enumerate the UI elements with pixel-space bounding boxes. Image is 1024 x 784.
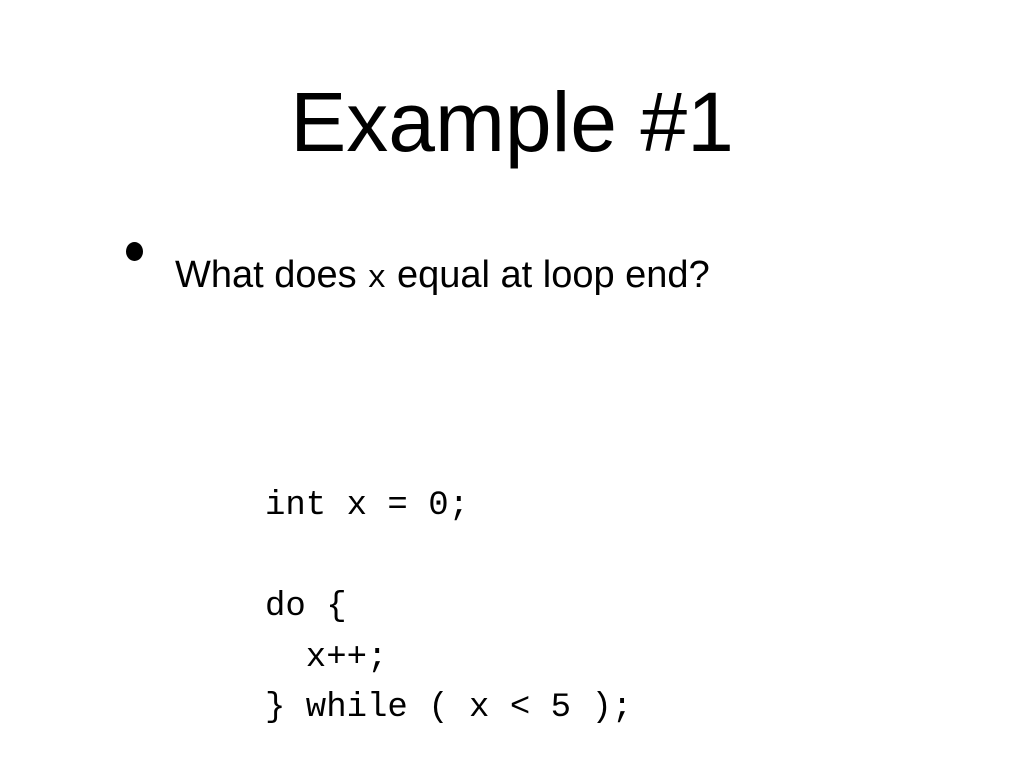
bullet-icon	[126, 242, 143, 261]
code-line: int x = 0;	[265, 487, 470, 525]
bullet-code-var: x	[367, 260, 387, 297]
bullet-text-before: What does	[175, 254, 368, 296]
bullet-item: What does x equal at loop end?	[126, 242, 710, 304]
slide-title: Example #1	[290, 75, 734, 169]
code-block: int x = 0; do { x++; } while ( x < 5 );	[265, 380, 632, 784]
code-line: x++;	[265, 638, 388, 677]
bullet-text-after: equal at loop end?	[386, 254, 710, 296]
code-line: } while ( x < 5 );	[265, 689, 633, 727]
code-line: do {	[265, 588, 347, 626]
